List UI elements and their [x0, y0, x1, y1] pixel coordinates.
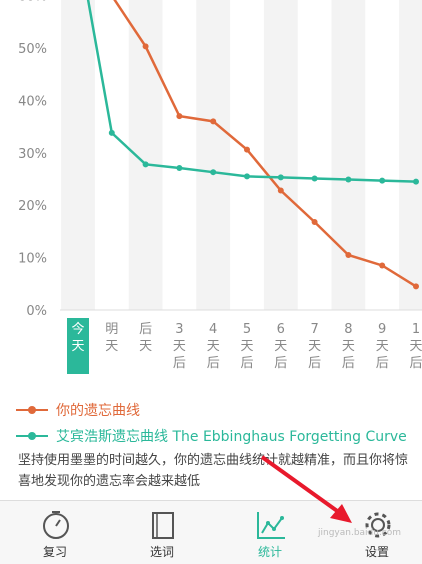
legend-mine: 你的遗忘曲线 [16, 400, 140, 420]
x-category-label: 后 [240, 356, 253, 371]
tab-settings-label: 设置 [364, 545, 389, 559]
y-tick-label: 30% [18, 147, 47, 162]
y-tick-label: 40% [18, 94, 47, 109]
x-category-label: 后 [376, 356, 389, 371]
tab-select-words[interactable]: 选词 [112, 501, 212, 564]
x-category-label: 天 [139, 339, 152, 354]
grid-stripe [331, 0, 366, 310]
tab-stats-label: 统计 [257, 545, 282, 559]
x-category-label: 8 [344, 322, 352, 337]
watermark: jingyan.baidu.com [318, 528, 402, 538]
x-category-label: 明 [105, 322, 118, 337]
x-category-label: 后 [308, 356, 321, 371]
x-category-label: 后 [207, 356, 220, 371]
y-tick-label: 10% [18, 252, 47, 267]
x-category-label: 9 [378, 322, 386, 337]
forgetting-curve-chart: 0%10%20%30%40%50%60%今天明天后天3天后4天后5天后6天后7天… [18, 0, 422, 374]
legend-ebbinghaus-label: 艾宾浩斯遗忘曲线 The Ebbinghaus Forgetting Curve [56, 429, 407, 445]
x-category-label: 4 [209, 322, 217, 337]
y-tick-label: 0% [26, 304, 47, 319]
y-tick-label: 50% [18, 42, 47, 57]
series-point-0 [210, 118, 217, 125]
series-point-0 [379, 262, 386, 269]
x-category-label: 天 [207, 339, 220, 354]
tab-stats[interactable]: 统计 [220, 501, 320, 564]
series-point-1 [345, 176, 352, 183]
x-category-label: 后 [173, 356, 186, 371]
description-text: 坚持使用墨墨的时间越久，你的遗忘曲线统计就越精准，而且你将惊喜地发现你的遗忘率会… [18, 453, 409, 489]
series-point-1 [311, 175, 318, 182]
series-point-1 [413, 178, 419, 185]
x-category-label: 后 [409, 356, 422, 371]
x-category-label: 7 [310, 322, 318, 337]
grid-stripe [263, 0, 298, 310]
x-category-label: 1 [412, 322, 420, 337]
x-category-label: 天 [173, 339, 186, 354]
tab-review[interactable]: 复习 [5, 501, 105, 564]
series-point-1 [244, 173, 250, 180]
series-point-0 [244, 146, 250, 153]
x-category-label: 5 [243, 322, 251, 337]
x-category-label: 6 [277, 322, 285, 337]
legend-mine-label: 你的遗忘曲线 [56, 403, 140, 419]
series-point-0 [311, 218, 318, 225]
grid-stripe [61, 0, 95, 310]
x-category-label: 天 [71, 339, 84, 354]
x-category-label: 后 [342, 356, 355, 371]
x-category-label: 天 [376, 339, 389, 354]
tab-review-label: 复习 [42, 545, 67, 559]
x-category-label: 后 [274, 356, 287, 371]
y-tick-label: 60% [18, 0, 47, 5]
clock-icon [43, 511, 69, 539]
series-point-1 [210, 169, 217, 176]
series-point-0 [413, 283, 419, 290]
x-category-label: 天 [308, 339, 321, 354]
series-point-0 [142, 43, 149, 50]
book-icon [152, 512, 174, 539]
series-point-0 [176, 113, 183, 120]
x-category-label: 3 [175, 322, 183, 337]
x-category-label: 天 [274, 339, 287, 354]
x-category-label: 天 [409, 339, 422, 354]
y-tick-label: 20% [18, 199, 47, 214]
x-category-label: 后 [139, 322, 152, 337]
x-category-label: 天 [342, 339, 355, 354]
series-point-1 [277, 174, 284, 181]
legend-mine-swatch [16, 406, 48, 414]
series-point-1 [108, 129, 115, 136]
chart-icon [257, 512, 285, 539]
grid-stripe [196, 0, 231, 310]
tab-select-words-label: 选词 [149, 545, 174, 559]
series-point-1 [176, 164, 183, 171]
x-category-label: 天 [105, 339, 118, 354]
series-point-1 [379, 177, 386, 184]
series-point-0 [345, 251, 352, 258]
x-category-label: 天 [240, 339, 253, 354]
legend-ebbinghaus: 艾宾浩斯遗忘曲线 The Ebbinghaus Forgetting Curve [16, 426, 407, 446]
grid-stripe [399, 0, 422, 310]
x-category-label: 今 [71, 321, 84, 337]
series-point-0 [277, 187, 284, 194]
series-point-1 [142, 161, 149, 168]
legend-ebbinghaus-swatch [16, 432, 48, 440]
